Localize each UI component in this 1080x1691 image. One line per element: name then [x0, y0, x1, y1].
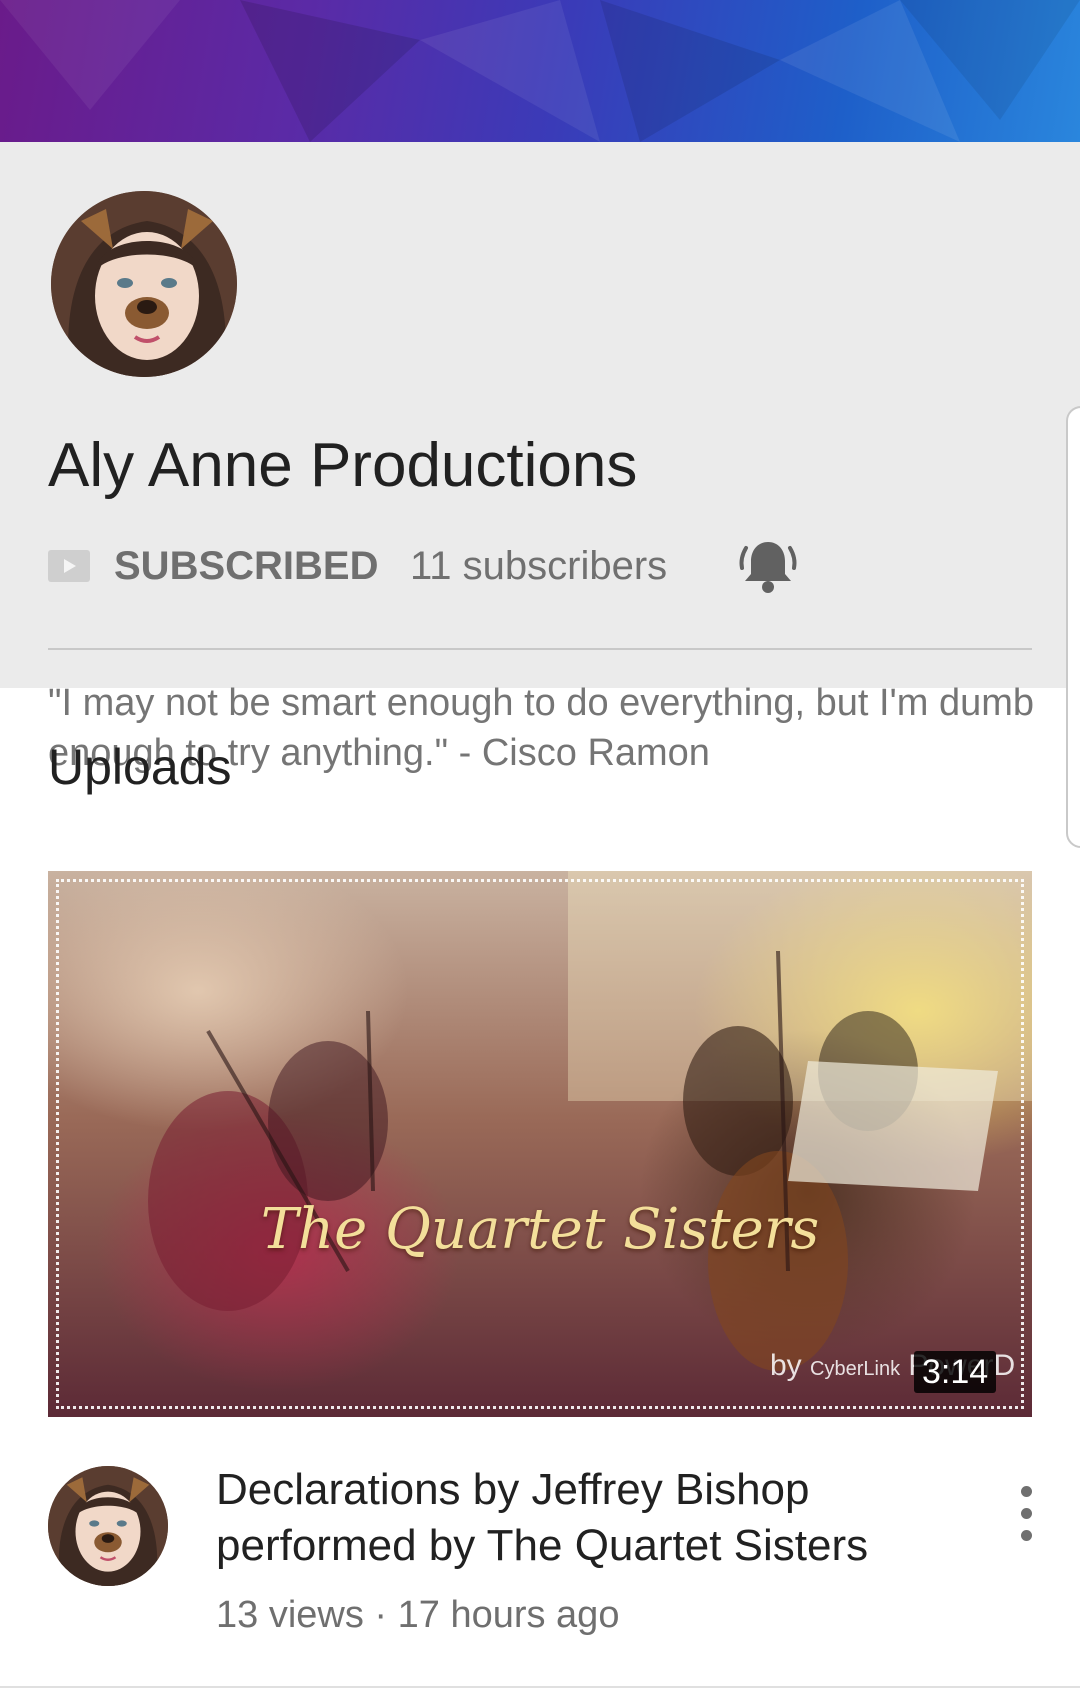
scroll-handle[interactable]: [1066, 406, 1080, 848]
channel-header: Aly Anne Productions SUBSCRIBED 11 subsc…: [0, 142, 1080, 774]
subscribed-button[interactable]: SUBSCRIBED: [114, 544, 378, 589]
thumbnail-border: [56, 879, 1024, 1409]
uploads-section-title: Uploads: [48, 739, 232, 795]
banner-pattern: [0, 0, 1080, 142]
avatar-image: [51, 191, 237, 377]
video-duration-badge: 3:14: [914, 1351, 997, 1393]
channel-avatar[interactable]: [48, 188, 240, 380]
subscription-row: SUBSCRIBED 11 subscribers: [48, 540, 1028, 598]
thumbnail-title-text: The Quartet Sisters: [260, 1197, 820, 1262]
video-title[interactable]: Declarations by Jeffrey Bishop performed…: [216, 1462, 976, 1574]
list-divider: [0, 1686, 1080, 1688]
more-vertical-icon[interactable]: [1012, 1484, 1042, 1544]
video-thumbnail[interactable]: The Quartet Sisters by CyberLink PowerD …: [48, 871, 1032, 1417]
watermark-brand-small: CyberLink: [810, 1358, 901, 1380]
header-divider: [48, 648, 1032, 650]
channel-name: Aly Anne Productions: [48, 431, 638, 500]
channel-banner: [0, 0, 1080, 142]
bell-ringing-icon[interactable]: [736, 534, 800, 598]
avatar-image-small: [48, 1466, 168, 1586]
video-meta: 13 views · 17 hours ago: [216, 1594, 620, 1636]
watermark-prefix: by: [770, 1349, 802, 1382]
video-channel-avatar[interactable]: [48, 1466, 168, 1586]
youtube-play-icon: [48, 550, 90, 582]
subscriber-count: 11 subscribers: [410, 544, 668, 588]
video-item[interactable]: Declarations by Jeffrey Bishop performed…: [0, 1462, 1080, 1662]
